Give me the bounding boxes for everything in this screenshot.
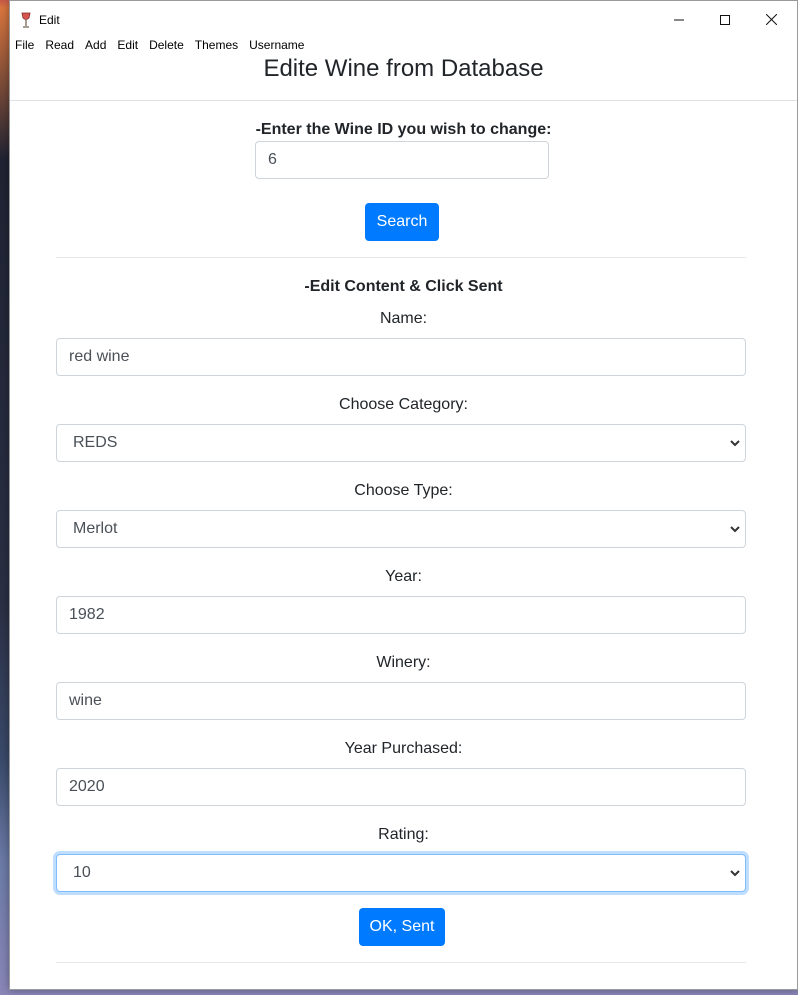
menu-read[interactable]: Read (45, 38, 79, 54)
menu-themes[interactable]: Themes (195, 38, 243, 54)
menu-bar: File Read Add Edit Delete Themes Usernam… (15, 38, 315, 54)
chevron-down-icon (730, 526, 740, 533)
year-purchased-label: Year Purchased: (344, 740, 463, 757)
year-purchased-input[interactable]: 2020 (56, 768, 746, 806)
wine-id-input[interactable]: 6 (255, 141, 549, 179)
search-button[interactable]: Search (365, 203, 439, 241)
year-input[interactable]: 1982 (56, 596, 746, 634)
category-select-value: REDS (73, 434, 118, 451)
menu-delete[interactable]: Delete (149, 38, 189, 54)
header-divider (10, 100, 797, 101)
category-select[interactable]: REDS (56, 424, 746, 462)
rating-label: Rating: (378, 826, 429, 843)
menu-add[interactable]: Add (85, 38, 111, 54)
edit-heading: -Edit Content & Click Sent (304, 278, 503, 295)
chevron-down-icon (730, 870, 740, 877)
winery-input[interactable]: wine (56, 682, 746, 720)
title-bar: Edit (10, 1, 797, 38)
category-label: Choose Category: (339, 396, 468, 413)
name-input[interactable]: red wine (56, 338, 746, 376)
edit-window: Edit File Read Add Edit Delete Themes Us… (9, 0, 798, 990)
minimize-button[interactable] (656, 1, 702, 38)
name-label: Name: (379, 310, 428, 327)
type-select-value: Merlot (73, 520, 118, 537)
year-label: Year: (385, 568, 422, 585)
menu-edit[interactable]: Edit (117, 38, 143, 54)
type-label: Choose Type: (354, 482, 453, 499)
close-icon (765, 14, 777, 25)
chevron-down-icon (730, 440, 740, 447)
maximize-icon (720, 14, 730, 25)
close-button[interactable] (748, 1, 794, 38)
type-select[interactable]: Merlot (56, 510, 746, 548)
wine-id-label: -Enter the Wine ID you wish to change: (255, 121, 552, 138)
rating-select[interactable]: 10 (56, 854, 746, 892)
submit-button[interactable]: OK, Sent (359, 908, 445, 946)
rating-select-value: 10 (73, 864, 91, 881)
window-title: Edit (39, 13, 60, 27)
winery-label: Winery: (376, 654, 431, 671)
footer-divider (56, 962, 746, 963)
menu-file[interactable]: File (15, 38, 39, 54)
wine-glass-icon (21, 12, 31, 28)
menu-username[interactable]: Username (249, 38, 309, 54)
maximize-button[interactable] (702, 1, 748, 38)
minimize-icon (674, 19, 684, 20)
page-title: Edite Wine from Database (263, 55, 544, 82)
section-divider (56, 257, 746, 258)
